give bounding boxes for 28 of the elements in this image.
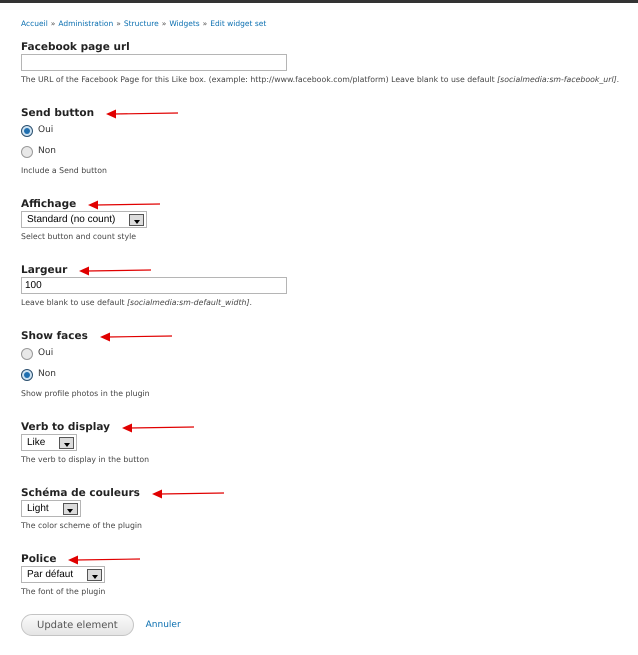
radio-button[interactable] <box>21 348 33 360</box>
update-element-button[interactable]: Update element <box>21 614 134 636</box>
field-label: Show faces <box>21 330 88 344</box>
text-input-field[interactable]: 100 <box>21 277 287 294</box>
select-dropdown[interactable]: Light <box>21 500 81 518</box>
field-label: Schéma de couleurs <box>21 487 140 500</box>
dropdown-caret-icon <box>87 568 102 581</box>
cancel-link[interactable]: Annuler <box>146 618 181 632</box>
radio-label: Oui <box>38 124 54 137</box>
dropdown-caret-icon <box>62 502 78 515</box>
radio-button[interactable] <box>21 124 33 137</box>
field-label: Largeur <box>21 264 68 278</box>
radio-label: Non <box>38 145 56 158</box>
radio-button[interactable] <box>21 368 33 381</box>
select-dropdown[interactable]: Standard (no count) <box>21 211 148 228</box>
select-dropdown[interactable]: Par défaut <box>21 566 106 584</box>
dropdown-caret-icon <box>59 436 74 449</box>
field-label: Send button <box>21 107 94 120</box>
dropdown-caret-icon <box>129 214 144 226</box>
field-label: Facebook page url <box>21 41 130 54</box>
field-label: Affichage <box>21 198 76 212</box>
field-label: Police <box>21 553 56 566</box>
select-dropdown[interactable]: Like <box>21 434 78 452</box>
text-input-field[interactable] <box>21 54 287 72</box>
radio-button[interactable] <box>21 146 33 158</box>
field-label: Verb to display <box>21 421 110 434</box>
radio-label: Oui <box>38 347 54 360</box>
radio-label: Non <box>38 368 56 381</box>
